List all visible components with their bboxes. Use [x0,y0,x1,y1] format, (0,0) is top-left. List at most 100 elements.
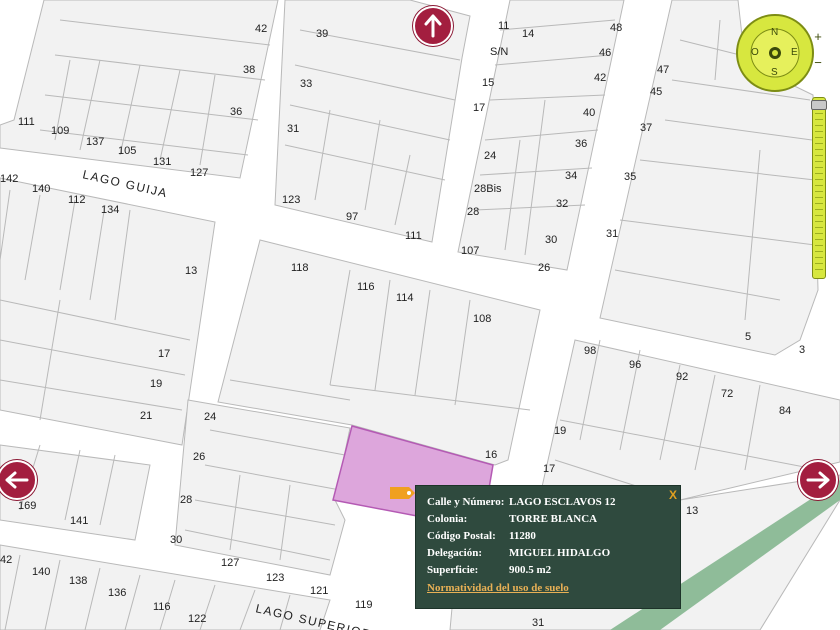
lot-number: 21 [140,410,152,422]
lot-number: 97 [346,211,358,223]
left-arrow-icon [5,471,29,489]
lot-number: 26 [193,451,205,463]
zoom-out-button[interactable]: − [811,56,825,70]
lot-number: 123 [282,194,300,206]
detail-value: 11280 [509,530,536,542]
lot-number: 31 [606,228,618,240]
lot-number: 108 [473,313,491,325]
lot-number: 111 [18,116,35,128]
lot-number: 48 [610,22,622,34]
lot-number: 96 [629,359,641,371]
lot-number: 26 [538,262,550,274]
compass-north[interactable]: N [771,27,778,38]
lot-number: 114 [396,292,414,304]
pan-west-button[interactable] [0,460,37,500]
lot-number: 24 [484,150,496,162]
map-block [0,177,216,446]
lot-number: 36 [230,106,242,118]
lot-number: 84 [779,405,791,417]
lot-number: 42 [0,554,12,566]
lot-number: 39 [316,28,328,40]
lot-number: 42 [594,72,606,84]
lot-number: 36 [575,138,587,150]
lot-number: 92 [676,371,688,383]
lot-number: 31 [532,617,544,629]
lot-number: 37 [640,122,652,134]
lot-number: 127 [190,167,208,179]
parcel-details: Calle y Número: LAGO ESCLAVOS 12 Colonia… [427,496,616,581]
lot-number: 13 [185,265,197,277]
lot-number: 131 [153,156,171,168]
land-use-regulations-link[interactable]: Normatividad del uso de suelo [427,582,569,594]
lot-number: 138 [69,575,87,587]
lot-number: 38 [243,64,255,76]
detail-value: TORRE BLANCA [509,513,598,525]
zoom-slider[interactable] [811,97,827,279]
parcel-pointer-icon[interactable] [390,486,416,500]
up-arrow-icon [424,14,442,38]
lot-number: 98 [584,345,596,357]
lot-number: 142 [0,173,18,185]
lot-number: 169 [18,500,36,512]
lot-number: 17 [473,102,485,114]
lot-number: 122 [188,613,206,625]
lot-number: 105 [118,145,136,157]
detail-row: Calle y Número: LAGO ESCLAVOS 12 [427,496,616,513]
lot-number: 45 [650,86,662,98]
lot-number: 28 [180,494,192,506]
lot-number: 107 [461,245,479,257]
lot-number: 3 [799,344,805,356]
lot-number: 28 [467,206,479,218]
compass-east[interactable]: E [791,47,798,58]
detail-row: Delegación: MIGUEL HIDALGO [427,547,616,564]
lot-number: 134 [101,204,119,216]
lot-number: 116 [153,601,171,613]
detail-row: Colonia: TORRE BLANCA [427,513,616,530]
lot-number: 112 [68,194,86,206]
lot-number: 141 [70,515,88,527]
right-arrow-icon [806,471,830,489]
detail-label: Delegación: [427,547,482,559]
detail-value: LAGO ESCLAVOS 12 [509,496,616,508]
zoom-slider-track [815,102,823,274]
detail-row: Superficie: 900.5 m2 [427,564,616,581]
detail-label: Superficie: [427,564,479,576]
zoom-slider-thumb[interactable] [811,100,827,110]
pan-east-button[interactable] [798,460,838,500]
lot-number: 31 [287,123,299,135]
lot-number: S/N [490,46,508,58]
detail-label: Código Postal: [427,530,496,542]
lot-number: 15 [482,77,494,89]
detail-row: Código Postal: 11280 [427,530,616,547]
compass-west[interactable]: O [751,47,759,58]
lot-number: 140 [32,183,50,195]
lot-number: 118 [291,262,309,274]
lot-number: 127 [221,557,239,569]
lot-number: 19 [554,425,566,437]
lot-number: 34 [565,170,577,182]
close-button[interactable]: X [669,488,677,502]
lot-number: 140 [32,566,50,578]
compass-control[interactable]: N S O E + − [735,13,822,93]
lot-number: 11 [498,20,509,32]
zoom-in-button[interactable]: + [811,30,825,44]
lot-number: 121 [310,585,328,597]
map-block [174,399,351,576]
lot-number: 32 [556,198,568,210]
lot-number: 46 [599,47,611,59]
lot-number: 119 [355,599,373,611]
lot-number: 72 [721,388,733,400]
lot-number: 5 [745,331,751,343]
lot-number: 111 [405,230,422,242]
lot-number: 33 [300,78,312,90]
lot-number: 24 [204,411,216,423]
lot-number: 47 [657,64,669,76]
lot-number: 19 [150,378,162,390]
lot-number: 40 [583,107,595,119]
detail-label: Calle y Número: [427,496,505,508]
compass-south[interactable]: S [771,67,778,78]
pan-north-button[interactable] [413,6,453,46]
map-block [0,0,279,179]
lot-number: 14 [522,28,534,40]
lot-number: 137 [86,136,104,148]
